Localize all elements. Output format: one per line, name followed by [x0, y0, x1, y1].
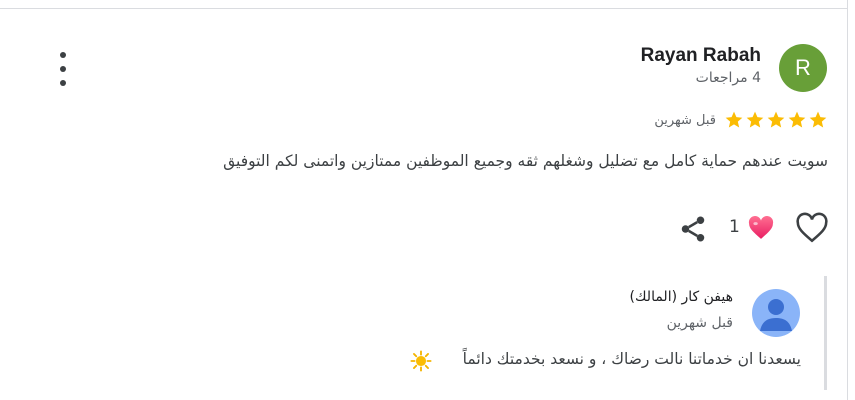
heart-emoji-icon: [748, 216, 774, 239]
share-icon[interactable]: [678, 214, 708, 244]
reviewer-review-count: 4 مراجعات: [695, 70, 761, 86]
star-icon: [725, 111, 743, 128]
like-count: 1: [729, 217, 740, 237]
owner-avatar[interactable]: [752, 289, 800, 337]
panel-border: [847, 0, 848, 400]
more-options-button[interactable]: [51, 52, 75, 86]
top-divider: [0, 8, 847, 9]
star-icon: [788, 111, 806, 128]
sun-emoji-icon: [410, 350, 432, 372]
review-text: سويت عندهم حماية كامل مع تضليل وشغلهم ثق…: [223, 152, 828, 170]
more-vert-icon: [60, 52, 66, 58]
more-vert-icon-dot: [60, 80, 66, 86]
star-rating: [724, 110, 828, 134]
owner-reply-time: قبل شهرين: [666, 315, 733, 331]
avatar-letter: R: [795, 55, 811, 80]
like-button[interactable]: [795, 212, 829, 244]
owner-reply-text: يسعدنا ان خدماتنا نالت رضاك ، و نسعد بخد…: [462, 350, 801, 368]
owner-name: هيفن كار (المالك): [629, 289, 733, 305]
star-icon: [809, 111, 827, 128]
star-icon: [767, 111, 785, 128]
person-icon: [760, 299, 792, 331]
reviewer-avatar[interactable]: R: [779, 44, 827, 92]
more-vert-icon-dot: [60, 66, 66, 72]
review-time: قبل شهرين: [654, 113, 716, 128]
star-icon: [746, 111, 764, 128]
reply-rule: [824, 276, 827, 390]
reviewer-name[interactable]: Rayan Rabah: [641, 45, 761, 67]
